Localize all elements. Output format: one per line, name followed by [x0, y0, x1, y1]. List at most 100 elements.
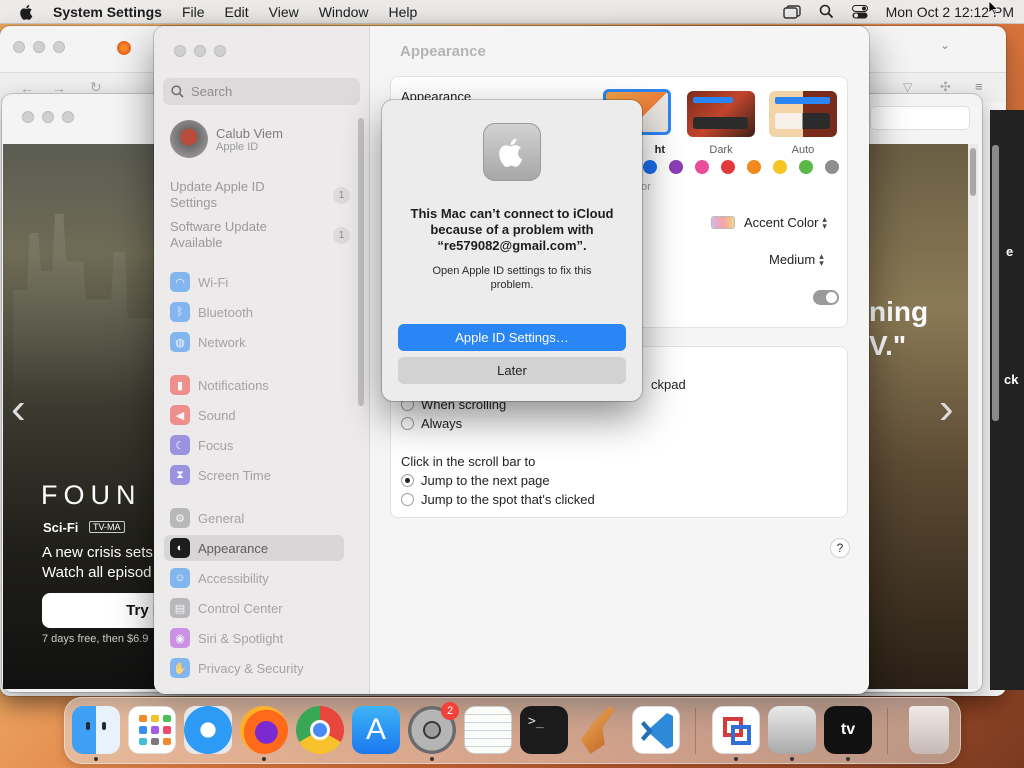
migration-assistant-icon[interactable]: [768, 706, 816, 754]
running-indicator: [846, 757, 850, 761]
theme-dark-thumbnail[interactable]: [687, 91, 755, 137]
accent-color-swatch[interactable]: [773, 160, 787, 174]
sidebar-item-wifi[interactable]: ◠ Wi-Fi: [164, 269, 344, 295]
sidebar-item-notifications[interactable]: ▮ Notifications: [164, 372, 344, 398]
update-count-badge: 1: [333, 227, 350, 244]
sidebar-item-accessibility[interactable]: ☺ Accessibility: [164, 565, 344, 591]
accent-color-swatch[interactable]: [747, 160, 761, 174]
theme-auto-thumbnail[interactable]: [769, 91, 837, 137]
zoom-button[interactable]: [214, 45, 226, 57]
moon-icon: ☾: [170, 435, 190, 455]
extensions-icon[interactable]: ✣: [940, 79, 951, 95]
trash-icon[interactable]: [909, 706, 949, 754]
wallpaper-tinting-toggle[interactable]: [813, 290, 839, 305]
help-button[interactable]: ?: [830, 538, 850, 558]
jump-next-page-radio[interactable]: Jump to the next page: [401, 473, 550, 488]
page-scrollbar-track[interactable]: [968, 144, 978, 689]
finder-icon[interactable]: [72, 706, 120, 754]
hero-line-1: A new crisis sets: [42, 544, 153, 561]
minimize-button[interactable]: [33, 41, 45, 53]
zoom-button[interactable]: [62, 111, 74, 123]
software-update-item[interactable]: Software Update Available 1: [170, 219, 350, 251]
menu-view[interactable]: View: [269, 4, 299, 20]
menu-window[interactable]: Window: [319, 4, 369, 20]
sidebar-item-bluetooth[interactable]: ᛒ Bluetooth: [164, 299, 344, 325]
apple-id-settings-button[interactable]: Apple ID Settings…: [398, 324, 626, 351]
minimize-button[interactable]: [42, 111, 54, 123]
accent-color-swatch[interactable]: [825, 160, 839, 174]
account-subtitle: Apple ID: [216, 140, 259, 153]
url-field[interactable]: [870, 106, 970, 130]
speaker-icon: ◀: [170, 405, 190, 425]
app-store-icon[interactable]: A: [352, 706, 400, 754]
sidebar-item-network[interactable]: ◍ Network: [164, 329, 344, 355]
accent-color-swatch[interactable]: [669, 160, 683, 174]
menu-system-settings[interactable]: System Settings: [53, 4, 162, 20]
sidebar-scrollbar[interactable]: [358, 118, 364, 406]
launchpad-icon[interactable]: [128, 706, 176, 754]
pocket-icon[interactable]: ▽: [903, 80, 912, 94]
hero-line-2: Watch all episod: [42, 564, 152, 581]
minimize-button[interactable]: [194, 45, 206, 57]
globe-icon: ◍: [170, 332, 190, 352]
sidebar-item-general[interactable]: ⚙ General: [164, 505, 344, 531]
search-field[interactable]: [163, 78, 360, 105]
menu-help[interactable]: Help: [389, 4, 418, 20]
scroll-always-radio[interactable]: Always: [401, 416, 462, 431]
textedit-icon[interactable]: [464, 706, 512, 754]
accent-color-swatch[interactable]: [721, 160, 735, 174]
sidebar-item-siri-spotlight[interactable]: ◉ Siri & Spotlight: [164, 625, 344, 651]
chrome-icon[interactable]: [296, 706, 344, 754]
hamburger-menu-icon[interactable]: ≡: [975, 79, 983, 94]
carousel-prev-icon[interactable]: ‹: [11, 384, 26, 434]
hero-right-text-1: ning: [869, 296, 929, 327]
sidebar-item-sound[interactable]: ◀ Sound: [164, 402, 344, 428]
jump-spot-clicked-radio[interactable]: Jump to the spot that's clicked: [401, 492, 595, 507]
search-input[interactable]: [191, 84, 351, 99]
highlight-color-value: Accent Color: [744, 215, 819, 230]
accent-color-swatch[interactable]: [799, 160, 813, 174]
window-switcher-icon[interactable]: [782, 4, 801, 19]
control-center-icon[interactable]: [851, 4, 868, 19]
page-scrollbar-thumb[interactable]: [970, 148, 976, 196]
zoom-button[interactable]: [53, 41, 65, 53]
accent-color-swatch[interactable]: [643, 160, 657, 174]
menu-edit[interactable]: Edit: [225, 4, 249, 20]
sidebar-item-screen-time[interactable]: ⧗ Screen Time: [164, 462, 344, 488]
menu-file[interactable]: File: [182, 4, 205, 20]
sidebar-icon-size-popup[interactable]: Medium ▴ ▾: [769, 251, 824, 267]
edge-scrollbar-thumb[interactable]: [992, 145, 999, 421]
later-button[interactable]: Later: [398, 357, 626, 384]
close-button[interactable]: [174, 45, 186, 57]
safari-icon[interactable]: [184, 706, 232, 754]
icloud-alert-dialog: This Mac can’t connect to iCloud because…: [382, 100, 642, 401]
apple-tv-label: tv: [840, 721, 856, 738]
carousel-next-icon[interactable]: ›: [939, 384, 954, 434]
sidebar-item-focus[interactable]: ☾ Focus: [164, 432, 344, 458]
apple-menu-icon[interactable]: [18, 3, 36, 21]
try-it-button[interactable]: Try It: [42, 593, 172, 628]
sidebar-item-label: Screen Time: [198, 467, 271, 483]
accent-color-swatch[interactable]: [695, 160, 709, 174]
highlight-color-popup[interactable]: Accent Color ▴ ▾: [711, 214, 827, 230]
sidebar-item-privacy-security[interactable]: ✋ Privacy & Security: [164, 655, 344, 681]
firefox-tab-icon[interactable]: [117, 41, 131, 55]
siri-icon: ◉: [170, 628, 190, 648]
sidebar-item-label: Sound: [198, 407, 236, 423]
sidebar-item-appearance[interactable]: ◐ Appearance: [164, 535, 344, 561]
close-button[interactable]: [22, 111, 34, 123]
dock-separator: [887, 708, 888, 754]
sidebar-item-label: Privacy & Security: [198, 660, 304, 676]
parallels-icon[interactable]: [712, 706, 760, 754]
apple-tv-icon[interactable]: tv: [824, 706, 872, 754]
spotlight-search-icon[interactable]: [819, 4, 834, 19]
garageband-icon[interactable]: [580, 706, 615, 754]
firefox-icon[interactable]: [240, 706, 288, 754]
vscode-icon[interactable]: [632, 706, 680, 754]
update-apple-id-item[interactable]: Update Apple ID Settings 1: [170, 179, 350, 211]
terminal-icon[interactable]: >_: [520, 706, 568, 754]
chevron-down-icon[interactable]: ⌄: [940, 38, 950, 52]
sidebar-item-control-center[interactable]: ▤ Control Center: [164, 595, 344, 621]
close-button[interactable]: [13, 41, 25, 53]
apple-id-account[interactable]: Calub Viem Apple ID: [170, 120, 283, 158]
